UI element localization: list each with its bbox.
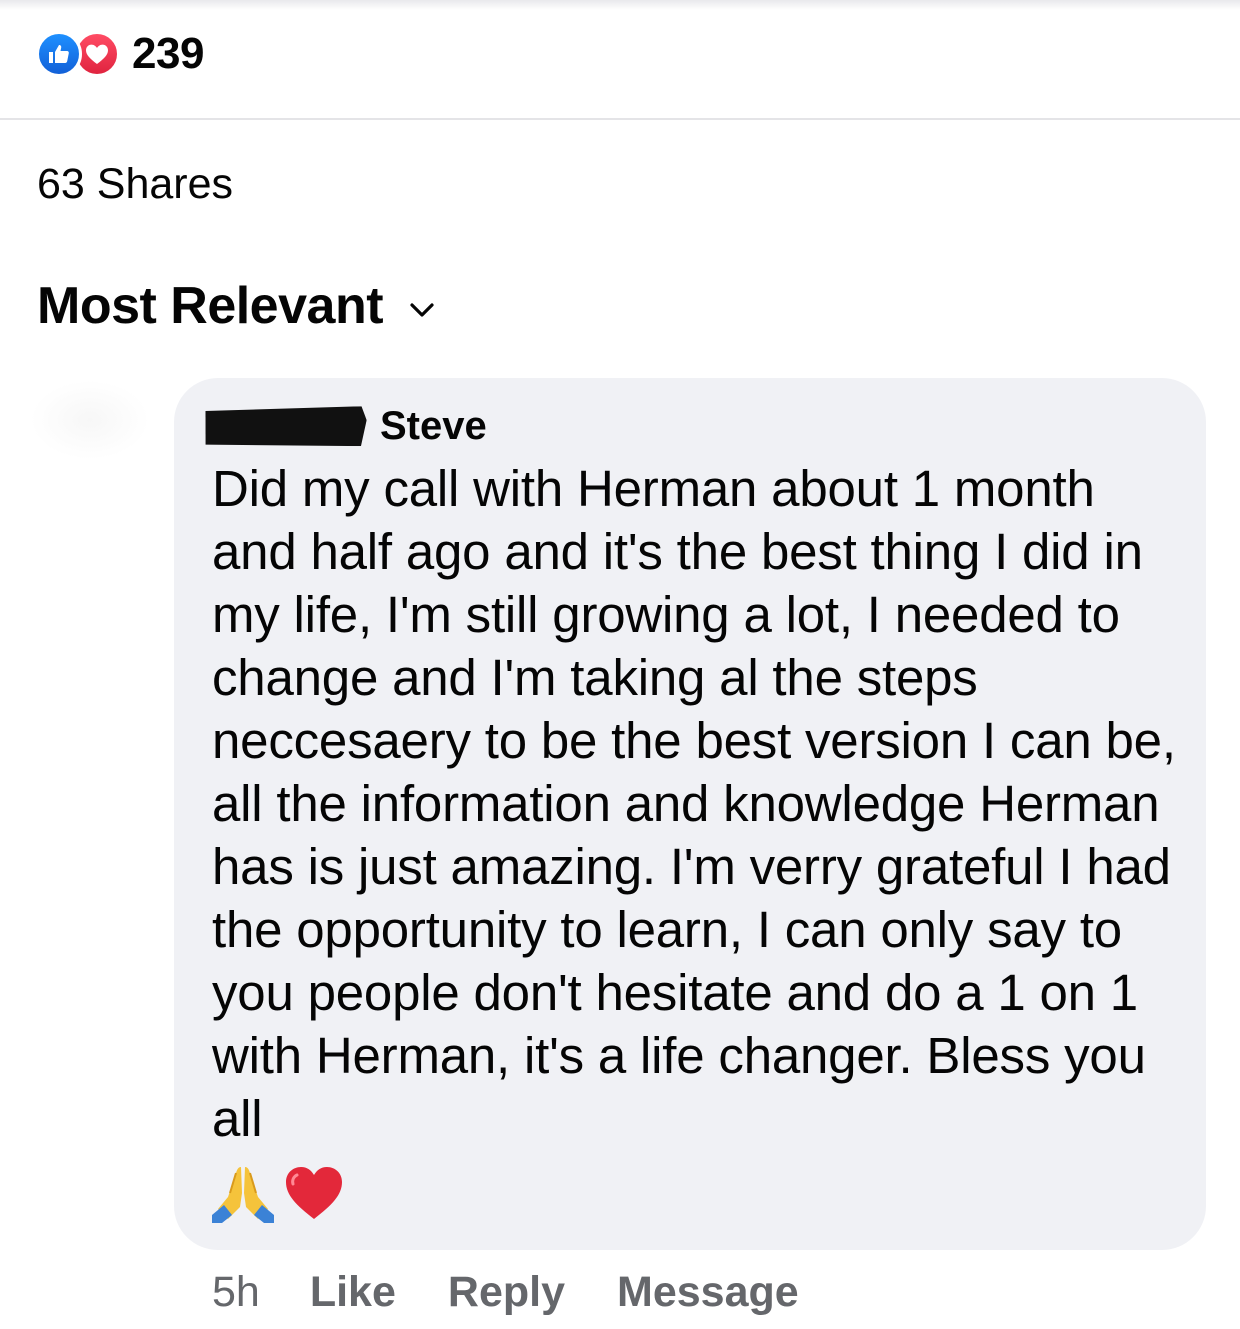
comment-emojis — [210, 1163, 346, 1223]
message-button[interactable]: Message — [617, 1268, 799, 1317]
reactions-summary[interactable]: 239 — [36, 29, 204, 78]
redacted-name-bar — [202, 406, 368, 448]
comment-actions: 5h Like Reply Message — [212, 1268, 851, 1317]
folded-hands-icon — [212, 1167, 274, 1223]
sort-label: Most Relevant — [37, 277, 384, 335]
author-name[interactable]: Steve — [380, 404, 487, 449]
shares-count[interactable]: 63 Shares — [37, 160, 233, 209]
divider — [0, 118, 1240, 120]
chevron-down-icon — [410, 303, 434, 317]
avatar[interactable] — [30, 380, 150, 460]
reaction-count: 239 — [132, 29, 204, 78]
comment-timestamp[interactable]: 5h — [212, 1268, 260, 1317]
sort-dropdown[interactable]: Most Relevant — [37, 276, 435, 336]
reply-button[interactable]: Reply — [448, 1268, 565, 1317]
comment-text: Did my call with Herman about 1 month an… — [212, 460, 1176, 1147]
red-heart-icon — [286, 1167, 342, 1219]
like-button[interactable]: Like — [310, 1268, 396, 1317]
like-icon — [36, 31, 82, 77]
comment-author[interactable]: Steve — [204, 404, 487, 449]
top-edge-shadow — [0, 0, 1240, 10]
